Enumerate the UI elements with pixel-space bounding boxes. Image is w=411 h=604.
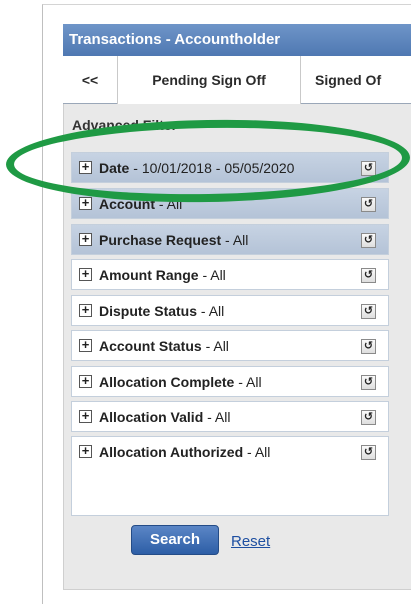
reset-icon[interactable]: ↺ [361,197,376,212]
filter-list-padding [71,464,389,516]
filter-label: Date - 10/01/2018 - 05/05/2020 [99,160,295,176]
filter-label: Dispute Status - All [99,303,225,319]
advanced-filter-label: Advanced Filter [72,117,178,133]
filter-row-date[interactable]: + Date - 10/01/2018 - 05/05/2020 ↺ [71,152,389,183]
expand-icon[interactable]: + [79,160,92,174]
expand-icon[interactable]: + [79,303,92,317]
tab-bar: << Pending Sign Off Signed Of [63,56,411,104]
search-button[interactable]: Search [131,525,219,555]
filter-label: Purchase Request - All [99,232,249,248]
expand-icon[interactable]: + [79,374,92,388]
reset-icon[interactable]: ↺ [361,375,376,390]
reset-icon[interactable]: ↺ [361,339,376,354]
reset-icon[interactable]: ↺ [361,410,376,425]
tab-pending-sign-off[interactable]: Pending Sign Off [118,56,301,104]
filter-label: Amount Range - All [99,267,226,283]
reset-link[interactable]: Reset [231,533,270,550]
panel-title: Transactions - Accountholder [63,24,411,56]
filter-row-dispute-status[interactable]: + Dispute Status - All ↺ [71,295,389,326]
filter-row-purchase-request[interactable]: + Purchase Request - All ↺ [71,224,389,255]
reset-icon[interactable]: ↺ [361,268,376,283]
expand-icon[interactable]: + [79,267,92,281]
expand-icon[interactable]: + [79,232,92,246]
tab-signed-off[interactable]: Signed Of [301,56,411,104]
filter-label: Allocation Complete - All [99,374,262,390]
expand-icon[interactable]: + [79,196,92,210]
filter-row-account-status[interactable]: + Account Status - All ↺ [71,330,389,361]
filter-row-allocation-complete[interactable]: + Allocation Complete - All ↺ [71,366,389,397]
reset-icon[interactable]: ↺ [361,233,376,248]
reset-icon[interactable]: ↺ [361,161,376,176]
expand-icon[interactable]: + [79,444,92,458]
filter-row-amount-range[interactable]: + Amount Range - All ↺ [71,259,389,290]
filter-label: Account Status - All [99,338,229,354]
reset-icon[interactable]: ↺ [361,445,376,460]
filter-row-allocation-authorized[interactable]: + Allocation Authorized - All ↺ [71,436,389,467]
filter-label: Account - All [99,196,183,212]
expand-icon[interactable]: + [79,409,92,423]
reset-icon[interactable]: ↺ [361,304,376,319]
filter-label: Allocation Authorized - All [99,444,271,460]
filter-row-allocation-valid[interactable]: + Allocation Valid - All ↺ [71,401,389,432]
filter-label: Allocation Valid - All [99,409,231,425]
expand-icon[interactable]: + [79,338,92,352]
filter-row-account[interactable]: + Account - All ↺ [71,188,389,219]
tab-prev[interactable]: << [63,56,118,104]
